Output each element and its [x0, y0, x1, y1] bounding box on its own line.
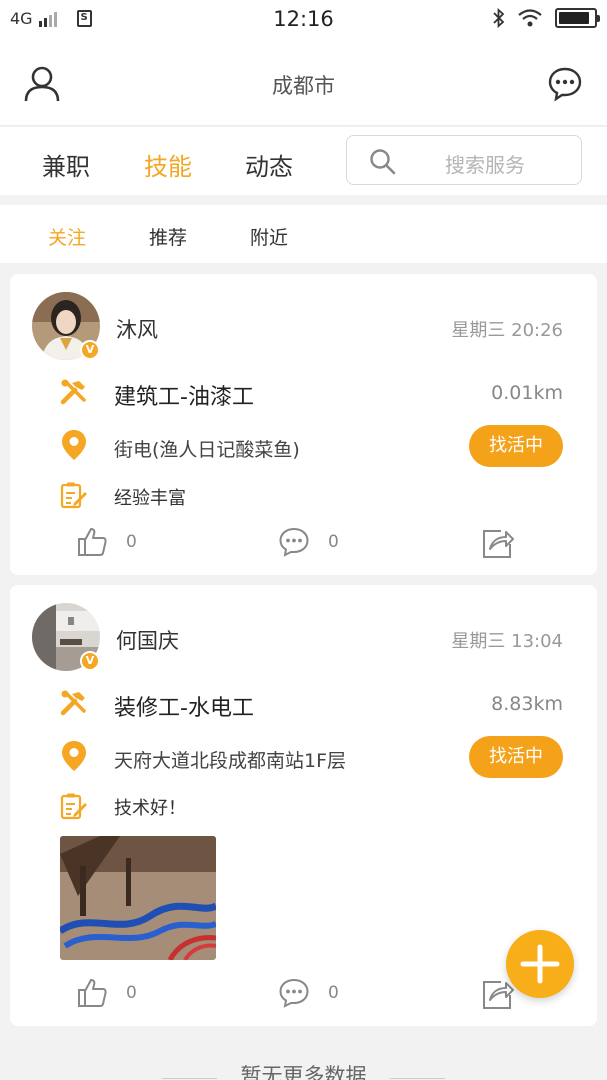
city-title[interactable]: 成都市 [0, 70, 607, 100]
post-time: 星期三 13:04 [451, 631, 563, 652]
status-right [493, 8, 600, 28]
battery-icon [555, 8, 600, 28]
wifi-icon [518, 9, 542, 27]
status-badge[interactable]: 找活中 [469, 736, 563, 778]
post-photo[interactable] [60, 836, 216, 960]
location-pin-icon [60, 429, 88, 461]
plus-icon [520, 944, 560, 984]
distance: 8.83km [491, 693, 563, 715]
address: 街电(渔人日记酸菜鱼) [114, 439, 300, 461]
status-badge[interactable]: 找活中 [469, 425, 563, 467]
like-button[interactable]: 0 [76, 526, 137, 558]
comment-button[interactable]: 0 [278, 526, 339, 558]
like-count: 0 [126, 983, 137, 1003]
skill-name: 建筑工-油漆工 [114, 385, 254, 410]
thumbs-up-icon [78, 528, 107, 556]
share-button[interactable] [481, 526, 515, 560]
tab-moments[interactable]: 动态 [245, 147, 293, 182]
comment-icon [279, 527, 309, 557]
distance: 0.01km [491, 382, 563, 404]
sub-tabs: 关注 推荐 附近 [0, 205, 607, 263]
subtab-recommended[interactable]: 推荐 [149, 223, 187, 250]
description: 经验丰富 [114, 488, 186, 509]
search-input[interactable]: 搜索服务 [346, 135, 582, 185]
verified-badge: V [80, 651, 100, 671]
tab-skills[interactable]: 技能 [144, 147, 192, 182]
navigation-bar: 成都市 [0, 40, 607, 126]
like-button[interactable]: 0 [76, 977, 137, 1009]
no-more-data-text: 暂无更多数据 [240, 1064, 367, 1080]
search-placeholder: 搜索服务 [445, 153, 525, 177]
post-card[interactable]: V 沐风 星期三 20:26 建筑工-油漆工 0.01km 街电(渔人日记酸菜鱼… [10, 274, 597, 575]
divider [162, 1078, 217, 1079]
chat-bubble-icon[interactable] [545, 64, 585, 104]
post-time: 星期三 20:26 [451, 320, 563, 341]
description: 技术好！ [114, 798, 186, 819]
user-name[interactable]: 何国庆 [116, 625, 179, 655]
main-tabs: 兼职 技能 动态 搜索服务 [0, 127, 607, 195]
location-pin-icon [60, 740, 88, 772]
skill-name: 装修工-水电工 [114, 696, 254, 721]
share-icon [483, 530, 514, 558]
status-bar: 4G S 12:16 [0, 0, 607, 40]
list-footer: 暂无更多数据 [0, 1060, 607, 1080]
like-count: 0 [126, 532, 137, 552]
tools-icon [60, 376, 88, 408]
note-edit-icon [60, 790, 88, 822]
comment-icon [279, 978, 309, 1008]
tab-part-time[interactable]: 兼职 [42, 147, 90, 182]
address: 天府大道北段成都南站1F层 [114, 750, 347, 772]
share-icon [483, 981, 514, 1009]
share-button[interactable] [481, 977, 515, 1011]
verified-badge: V [80, 340, 100, 360]
comment-button[interactable]: 0 [278, 977, 339, 1009]
user-name[interactable]: 沐风 [116, 314, 158, 344]
divider [390, 1078, 445, 1079]
comment-count: 0 [328, 983, 339, 1003]
note-edit-icon [60, 479, 88, 511]
comment-count: 0 [328, 532, 339, 552]
search-icon [370, 149, 396, 175]
subtab-following[interactable]: 关注 [48, 223, 86, 250]
thumbs-up-icon [78, 979, 107, 1007]
subtab-nearby[interactable]: 附近 [250, 223, 288, 250]
tools-icon [60, 687, 88, 719]
bluetooth-icon [493, 8, 505, 28]
add-post-button[interactable] [506, 930, 574, 998]
